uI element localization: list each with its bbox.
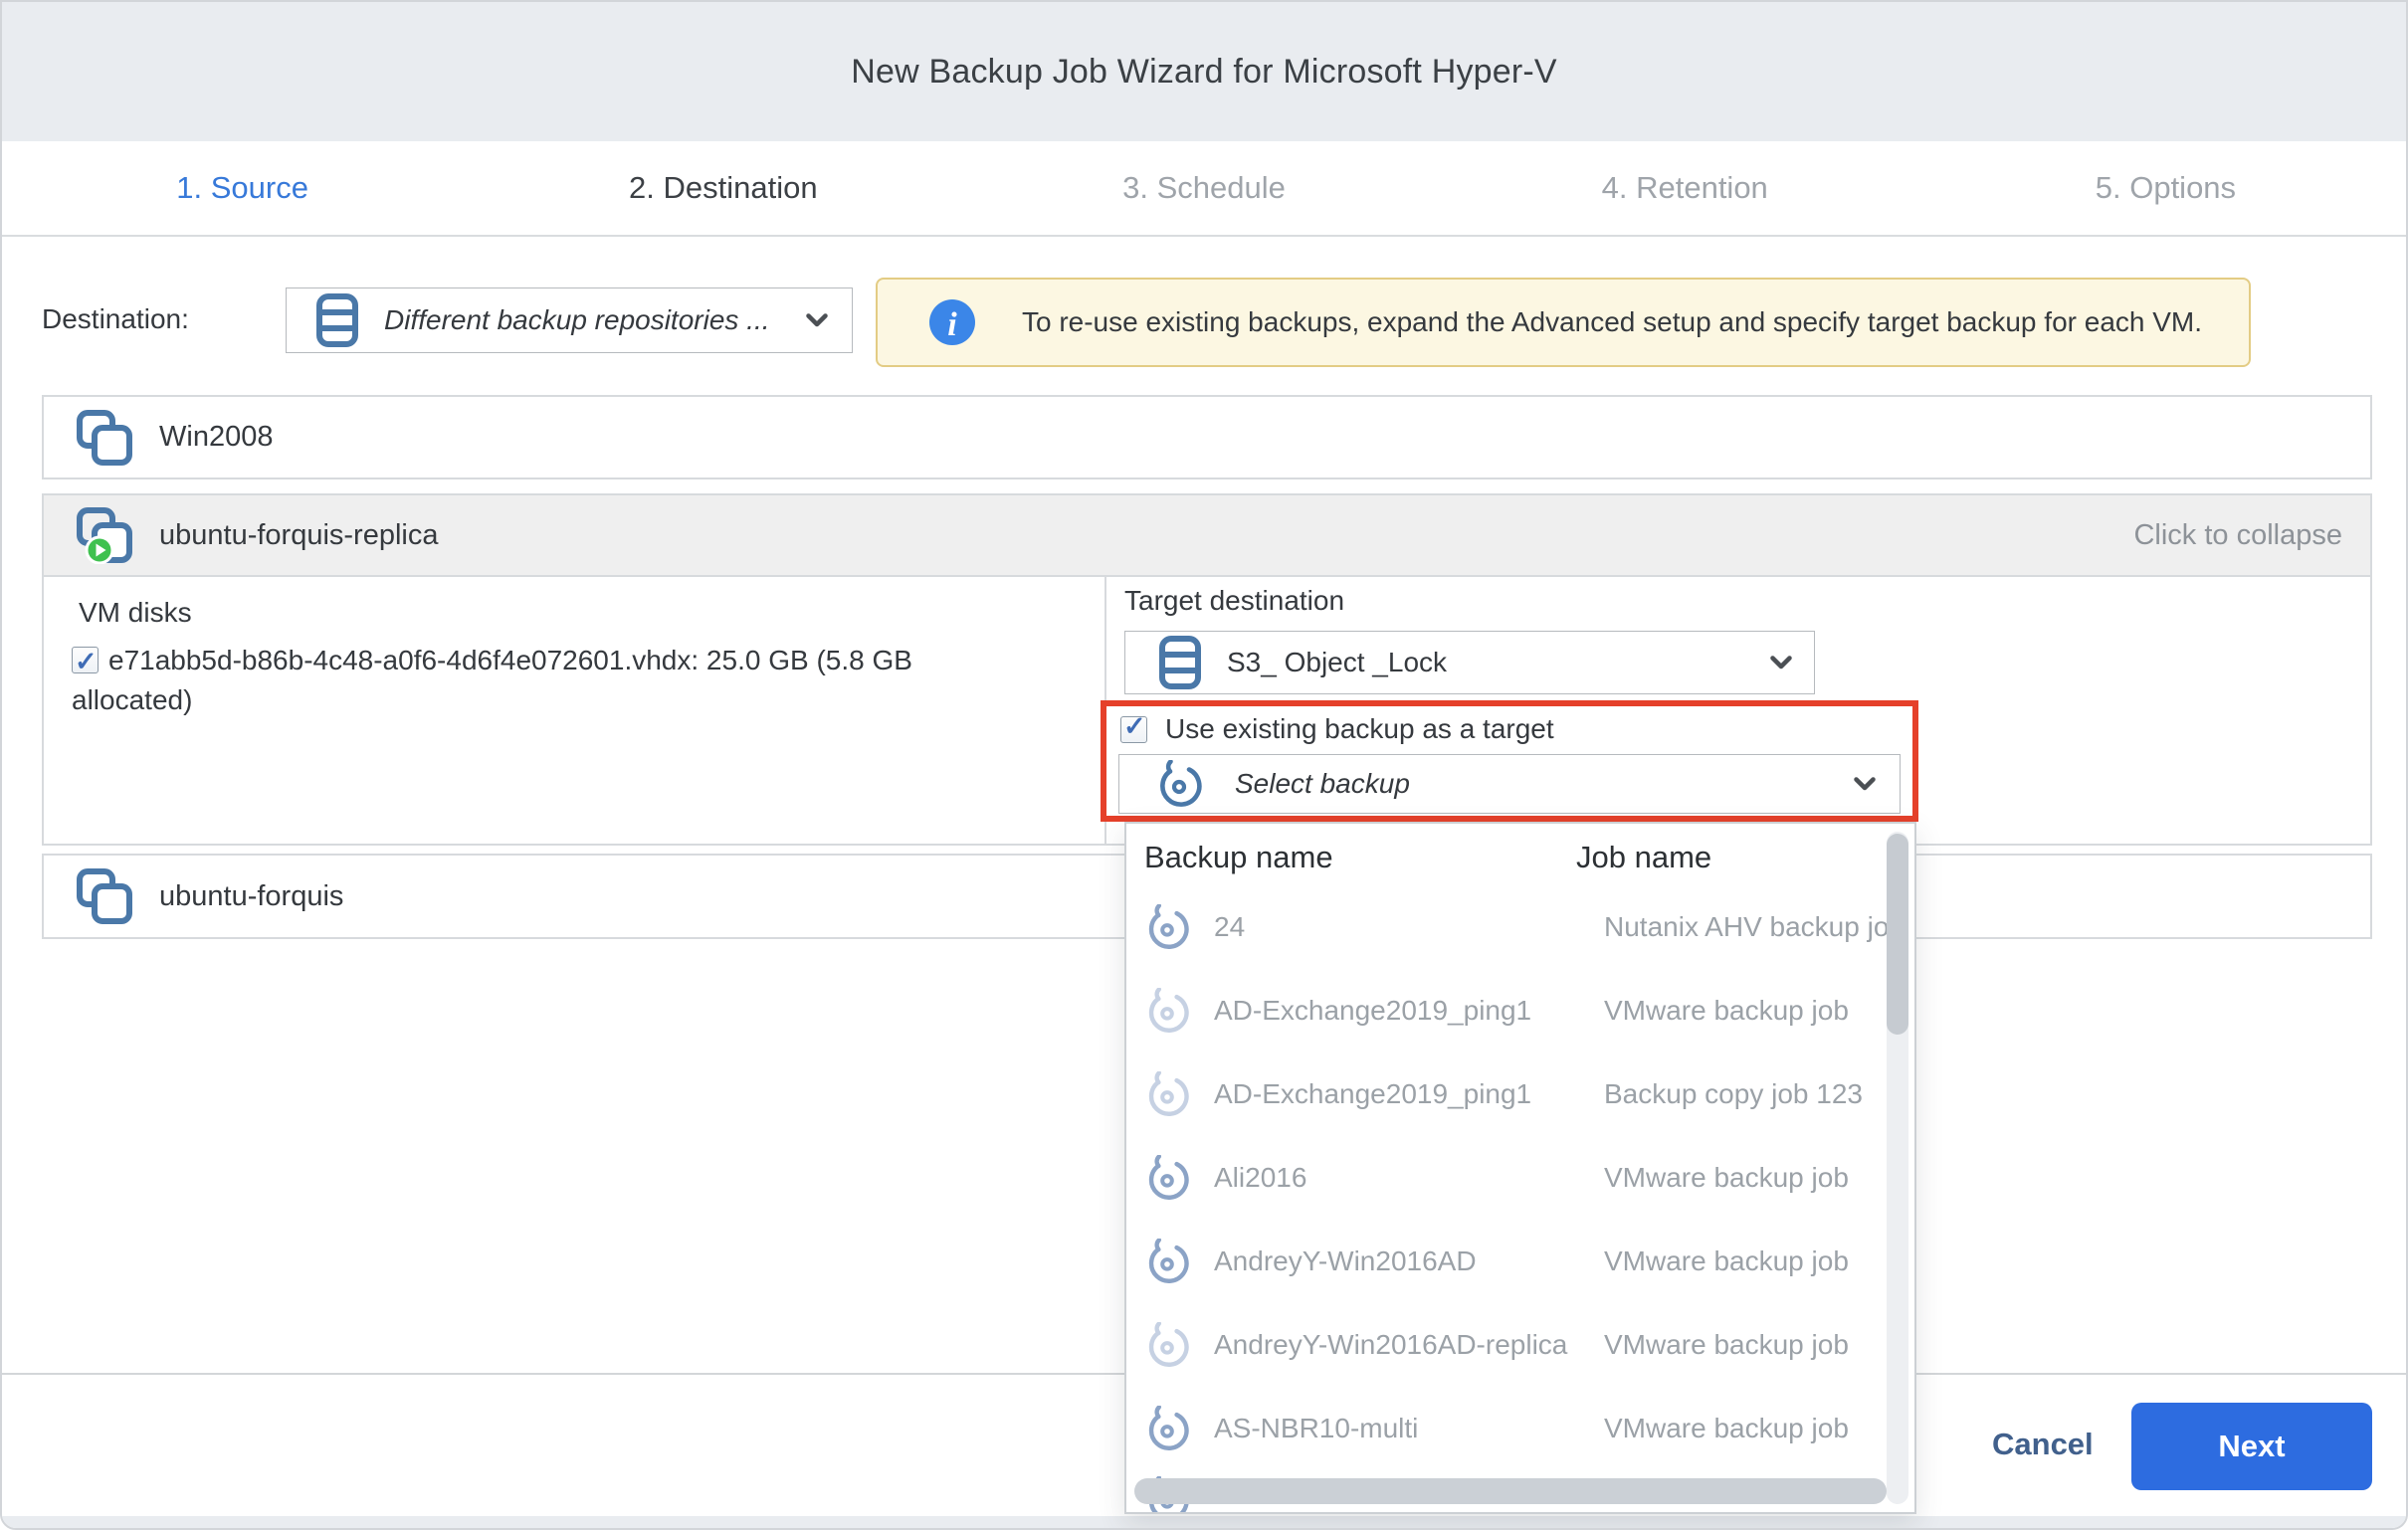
- job-name-cell: VMware backup job: [1604, 1245, 1849, 1277]
- backup-selection-popup: Backup name Job name 24 Nutanix AHV back…: [1124, 822, 1916, 1514]
- vm-icon: [76, 409, 135, 467]
- job-name-cell: Nutanix AHV backup job: [1604, 911, 1905, 943]
- column-header-backup-name: Backup name: [1144, 840, 1333, 875]
- info-icon: i: [929, 299, 975, 345]
- repository-icon: [1159, 636, 1201, 689]
- svg-text:i: i: [947, 306, 957, 343]
- tab-step-schedule[interactable]: 3. Schedule: [963, 141, 1444, 235]
- job-name-cell: VMware backup job: [1604, 1162, 1849, 1194]
- backup-icon: [1144, 1406, 1190, 1451]
- vm-disk-item: e71abb5d-b86b-4c48-a0f6-4d6f4e072601.vhd…: [72, 641, 977, 720]
- backup-name-cell: AndreyY-Win2016AD-replica: [1214, 1329, 1567, 1361]
- vm-name: ubuntu-forquis: [159, 880, 343, 913]
- backup-icon: [1144, 904, 1190, 950]
- backup-icon: [1144, 1239, 1190, 1284]
- backup-dropdown-row[interactable]: AS-NBR10-multi VMware backup job: [1126, 1387, 1914, 1470]
- select-backup-dropdown[interactable]: Select backup: [1118, 754, 1901, 814]
- chevron-down-icon: [806, 313, 828, 327]
- column-header-job-name: Job name: [1576, 840, 1711, 875]
- backup-icon: [1144, 988, 1190, 1034]
- job-name-cell: Backup copy job 123: [1604, 1078, 1863, 1110]
- backup-name-cell: AD-Exchange2019_ping1: [1214, 995, 1531, 1027]
- vm-name: Win2008: [159, 421, 273, 454]
- backup-icon: [1144, 1155, 1190, 1201]
- tab-step-retention[interactable]: 4. Retention: [1445, 141, 1925, 235]
- job-name-cell: VMware backup job: [1604, 1413, 1849, 1444]
- backup-dropdown-row[interactable]: AndreyY-Win2016AD VMware backup job: [1126, 1220, 1914, 1303]
- title-bar: New Backup Job Wizard for Microsoft Hype…: [2, 2, 2406, 141]
- backup-name-cell: Ali2016: [1214, 1162, 1306, 1194]
- horizontal-scrollbar-thumb[interactable]: [1134, 1478, 1887, 1504]
- tab-step-options[interactable]: 5. Options: [1925, 141, 2406, 235]
- wizard-window: New Backup Job Wizard for Microsoft Hype…: [0, 0, 2408, 1530]
- destination-repository-dropdown[interactable]: Different backup repositories ...: [286, 287, 853, 353]
- backup-icon: [1155, 760, 1203, 808]
- wizard-steps: 1. Source 2. Destination 3. Schedule 4. …: [2, 141, 2406, 237]
- vm-running-icon: [76, 506, 135, 564]
- vertical-scrollbar-thumb[interactable]: [1887, 834, 1908, 1035]
- select-backup-placeholder: Select backup: [1235, 768, 1410, 800]
- target-repository-value: S3_ Object _Lock: [1227, 647, 1447, 678]
- vm-disks-title: VM disks: [79, 597, 192, 629]
- target-repository-dropdown[interactable]: S3_ Object _Lock: [1124, 631, 1815, 694]
- vertical-scrollbar[interactable]: [1887, 832, 1908, 1504]
- disk-checkbox[interactable]: [72, 647, 99, 673]
- backup-name-cell: AD-Exchange2019_ping1: [1214, 1078, 1531, 1110]
- job-name-cell: VMware backup job: [1604, 995, 1849, 1027]
- backup-dropdown-row[interactable]: AD-Exchange2019_ping1 Backup copy job 12…: [1126, 1052, 1914, 1136]
- backup-dropdown-row[interactable]: 24 Nutanix AHV backup job: [1126, 885, 1914, 969]
- info-banner: i To re-use existing backups, expand the…: [876, 278, 2251, 367]
- vm-icon: [76, 867, 135, 925]
- backup-name-cell: 24: [1214, 911, 1245, 943]
- next-button[interactable]: Next: [2131, 1403, 2372, 1490]
- window-bottom-edge: [2, 1516, 2406, 1528]
- destination-label: Destination:: [42, 303, 189, 335]
- backup-name-cell: AndreyY-Win2016AD: [1214, 1245, 1477, 1277]
- info-message: To re-use existing backups, expand the A…: [975, 306, 2249, 338]
- use-existing-label: Use existing backup as a target: [1165, 713, 1554, 745]
- backup-dropdown-row[interactable]: Ali2016 VMware backup job: [1126, 1136, 1914, 1220]
- backup-dropdown-row[interactable]: AndreyY-Win2016AD-replica VMware backup …: [1126, 1303, 1914, 1387]
- backup-dropdown-row[interactable]: AD-Exchange2019_ping1 VMware backup job: [1126, 969, 1914, 1052]
- destination-selected-value: Different backup repositories ...: [384, 304, 770, 336]
- use-existing-checkbox[interactable]: [1120, 716, 1147, 743]
- backup-dropdown-rows: 24 Nutanix AHV backup job AD-Exchange201…: [1126, 885, 1914, 1470]
- vm-row-win2008[interactable]: Win2008: [42, 395, 2372, 479]
- use-existing-backup-option[interactable]: Use existing backup as a target: [1120, 713, 1554, 745]
- disk-label: e71abb5d-b86b-4c48-a0f6-4d6f4e072601.vhd…: [72, 645, 912, 715]
- cancel-button[interactable]: Cancel: [1992, 1427, 2094, 1462]
- tab-step-destination[interactable]: 2. Destination: [483, 141, 963, 235]
- page-title: New Backup Job Wizard for Microsoft Hype…: [851, 53, 1557, 92]
- job-name-cell: VMware backup job: [1604, 1329, 1849, 1361]
- backup-name-cell: AS-NBR10-multi: [1214, 1413, 1418, 1444]
- vm-row-ubuntu-forquis-replica[interactable]: ubuntu-forquis-replica Click to collapse: [42, 493, 2372, 577]
- backup-icon: [1144, 1071, 1190, 1117]
- vm-name: ubuntu-forquis-replica: [159, 519, 438, 552]
- tab-step-source[interactable]: 1. Source: [2, 141, 483, 235]
- chevron-down-icon: [1770, 656, 1792, 669]
- backup-icon: [1144, 1322, 1190, 1368]
- chevron-down-icon: [1854, 777, 1876, 791]
- use-existing-backup-highlight: Use existing backup as a target Select b…: [1101, 700, 1918, 822]
- target-destination-title: Target destination: [1124, 585, 1344, 617]
- repository-icon: [316, 293, 358, 347]
- collapse-hint: Click to collapse: [2133, 519, 2342, 552]
